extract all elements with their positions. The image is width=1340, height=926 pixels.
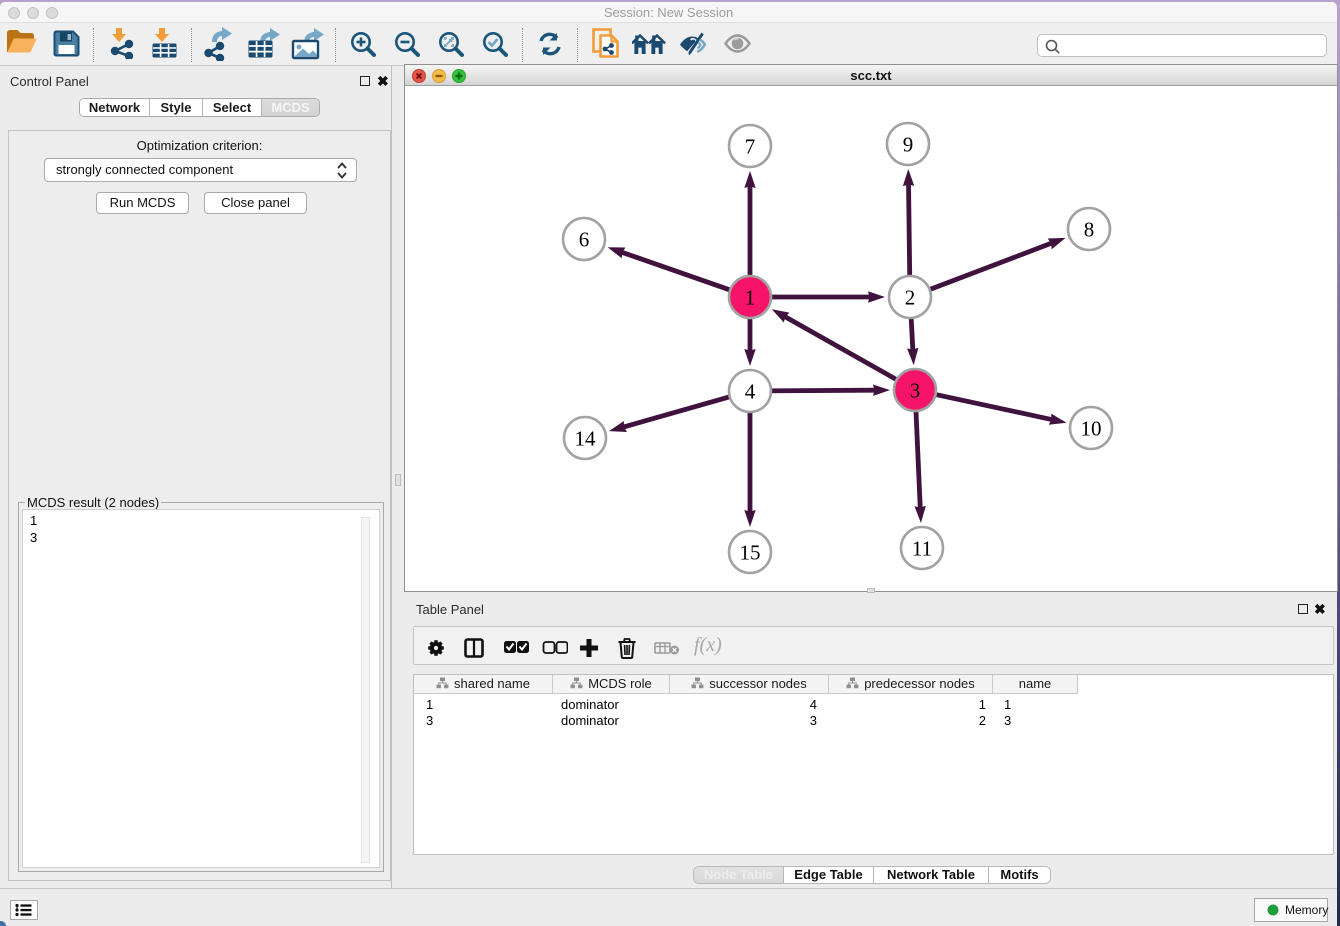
svg-text:2: 2: [905, 286, 916, 310]
svg-text:1: 1: [745, 286, 756, 310]
svg-text:3: 3: [910, 379, 921, 403]
svg-text:7: 7: [745, 135, 756, 159]
svg-text:8: 8: [1084, 218, 1095, 242]
svg-text:6: 6: [579, 228, 590, 252]
svg-text:9: 9: [903, 133, 914, 157]
svg-text:4: 4: [745, 380, 756, 404]
svg-text:14: 14: [575, 427, 597, 451]
svg-text:11: 11: [912, 537, 932, 561]
svg-text:10: 10: [1081, 417, 1102, 441]
svg-text:15: 15: [740, 541, 761, 565]
